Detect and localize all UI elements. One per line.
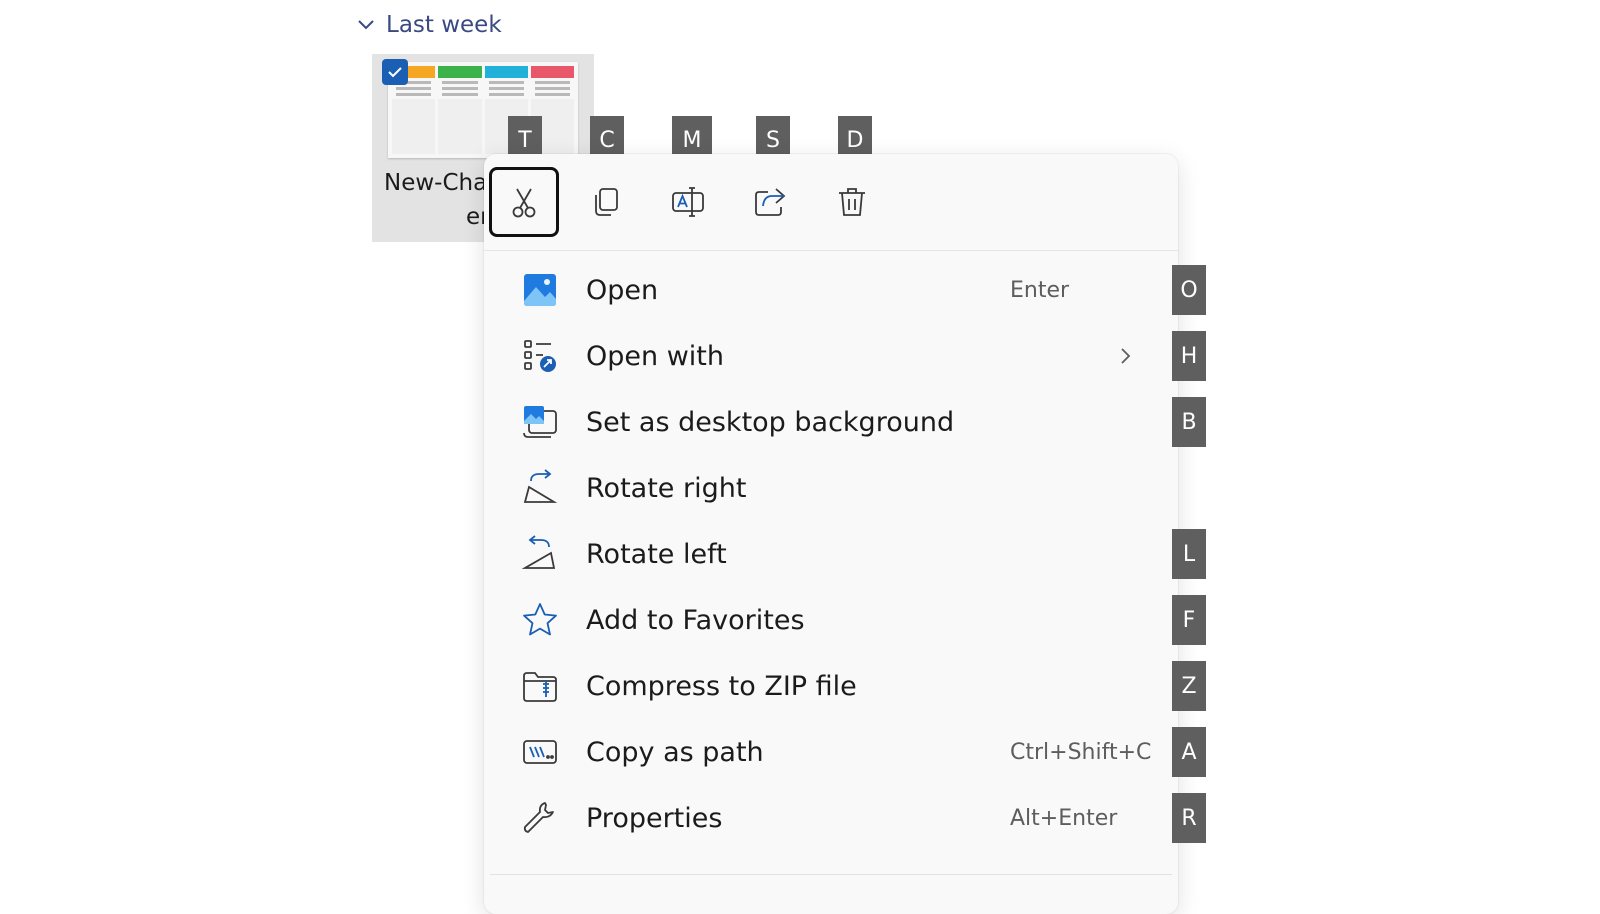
checkmark-icon [388, 67, 402, 78]
open-with-icon [520, 336, 560, 376]
menu-item-open[interactable]: Open Enter [506, 258, 1146, 322]
share-icon [755, 188, 786, 216]
menu-item-label: Add to Favorites [586, 604, 805, 636]
wrench-icon [520, 798, 560, 838]
chevron-down-icon [358, 20, 374, 30]
menu-item-label: Set as desktop background [586, 406, 955, 438]
share-button[interactable] [735, 167, 805, 237]
menu-item-label: Copy as path [586, 736, 764, 768]
menu-item-label: Open with [586, 340, 724, 372]
menu-item-label: Rotate right [586, 472, 747, 504]
file-name: New-Cha [384, 170, 488, 196]
trash-icon [839, 188, 865, 216]
menu-separator [490, 874, 1172, 875]
menu-item-shortcut: Alt+Enter [1010, 805, 1118, 831]
chevron-right-icon [1121, 348, 1131, 364]
file-thumbnail [388, 62, 578, 158]
rename-button[interactable] [653, 167, 723, 237]
access-key-set-desktop-background: B [1172, 397, 1206, 447]
group-header-last-week[interactable]: Last week [356, 8, 502, 42]
menu-item-shortcut: Enter [1010, 277, 1070, 303]
delete-button[interactable] [817, 167, 887, 237]
access-key-open: O [1172, 265, 1206, 315]
cut-button[interactable] [489, 167, 559, 237]
menu-item-label: Open [586, 274, 659, 306]
copy-button[interactable] [571, 167, 641, 237]
rotate-left-icon [520, 534, 560, 574]
menu-item-label: Compress to ZIP file [586, 670, 857, 702]
context-menu: Open Enter Open with Set as desktop back… [484, 154, 1178, 914]
desktop-background-icon [520, 402, 560, 442]
menu-item-rotate-right[interactable]: Rotate right [506, 456, 1146, 520]
copy-icon [595, 188, 618, 216]
copy-path-icon [520, 732, 560, 772]
zip-folder-icon [520, 666, 560, 706]
rename-icon [672, 187, 704, 217]
access-key-add-to-favorites: F [1172, 595, 1206, 645]
context-menu-toolbar [484, 154, 1178, 251]
menu-item-compress-zip[interactable]: Compress to ZIP file [506, 654, 1146, 718]
menu-item-label: Rotate left [586, 538, 727, 570]
menu-item-copy-as-path[interactable]: Copy as path Ctrl+Shift+C [506, 720, 1151, 784]
menu-item-set-desktop-background[interactable]: Set as desktop background [506, 390, 1146, 454]
access-key-rotate-left: L [1172, 529, 1206, 579]
access-key-copy-as-path: A [1172, 727, 1206, 777]
menu-item-rotate-left[interactable]: Rotate left [506, 522, 1146, 586]
group-header-label: Last week [386, 12, 502, 38]
photo-icon [520, 270, 560, 310]
scissors-icon [512, 188, 536, 218]
access-key-open-with: H [1172, 331, 1206, 381]
selection-checkbox[interactable] [382, 59, 408, 85]
menu-item-properties[interactable]: Properties Alt+Enter [506, 786, 1146, 850]
menu-item-add-to-favorites[interactable]: Add to Favorites [506, 588, 1146, 652]
rotate-right-icon [520, 468, 560, 508]
access-key-properties: R [1172, 793, 1206, 843]
star-icon [520, 600, 560, 640]
access-key-compress-zip: Z [1172, 661, 1206, 711]
menu-item-shortcut: Ctrl+Shift+C [1010, 739, 1152, 765]
menu-item-open-with[interactable]: Open with [506, 324, 1146, 388]
menu-item-label: Properties [586, 802, 723, 834]
